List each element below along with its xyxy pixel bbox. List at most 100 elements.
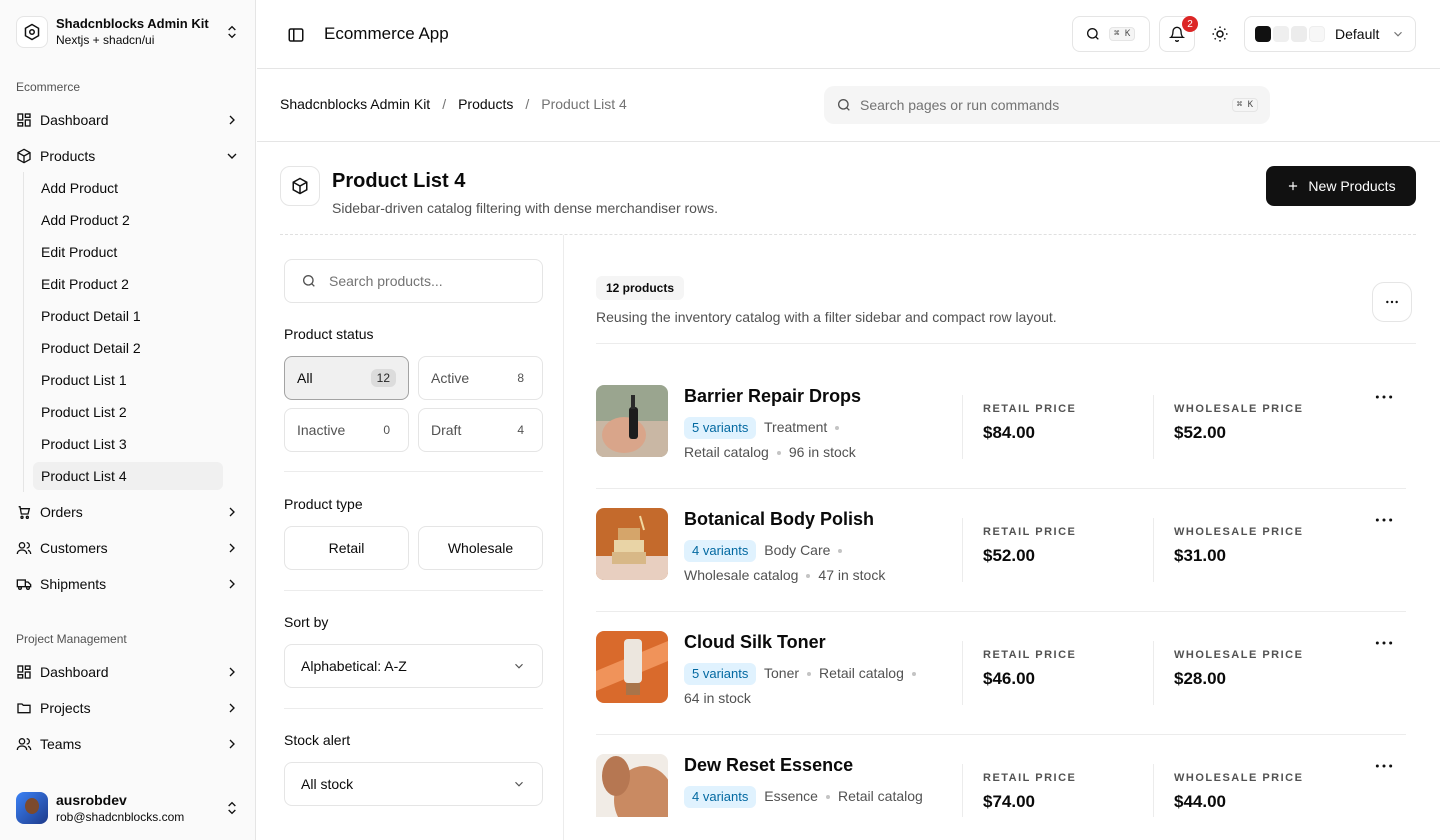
product-row[interactable]: Dew Reset Essence 4 variants Essence Reta… xyxy=(596,735,1406,817)
more-horizontal-icon[interactable] xyxy=(1374,515,1394,525)
sidebar-subitem-add-product[interactable]: Add Product xyxy=(33,174,223,202)
theme-select[interactable]: Default xyxy=(1244,16,1416,52)
type-button-wholesale[interactable]: Wholesale xyxy=(418,526,543,570)
retail-price: $52.00 xyxy=(983,546,1035,565)
sidebar-item-shipments[interactable]: Shipments xyxy=(8,568,248,600)
swatch-light-3 xyxy=(1309,26,1325,42)
column-divider xyxy=(962,641,963,705)
sidebar-subitem-product-list-2[interactable]: Product List 2 xyxy=(33,398,223,426)
sidebar-item-orders[interactable]: Orders xyxy=(8,496,248,528)
breadcrumb-separator: / xyxy=(525,96,530,112)
more-horizontal-icon[interactable] xyxy=(1374,638,1394,648)
sidebar-subitem-edit-product-2[interactable]: Edit Product 2 xyxy=(33,270,223,298)
status-chip-label: Draft xyxy=(431,422,462,438)
notifications-button[interactable]: 2 xyxy=(1159,16,1198,52)
product-row[interactable]: Cloud Silk Toner 5 variants Toner Retail … xyxy=(596,612,1406,735)
wholesale-price-label: WHOLESALE PRICE xyxy=(1174,772,1304,784)
product-name[interactable]: Dew Reset Essence xyxy=(684,754,853,776)
search-button[interactable]: ⌘ K xyxy=(1072,16,1150,52)
sidebar-subitem-product-list-4[interactable]: Product List 4 xyxy=(33,462,223,490)
product-row[interactable]: Barrier Repair Drops 5 variants Treatmen… xyxy=(596,366,1406,489)
sun-icon[interactable] xyxy=(1211,25,1229,43)
user-menu[interactable]: ausrobdev rob@shadcnblocks.com xyxy=(8,784,248,832)
product-row[interactable]: Botanical Body Polish 4 variants Body Ca… xyxy=(596,489,1406,612)
product-name[interactable]: Botanical Body Polish xyxy=(684,508,874,530)
command-search-input[interactable]: Search pages or run commands ⌘ K xyxy=(824,86,1270,124)
sidebar-item-projects[interactable]: Projects xyxy=(8,692,248,724)
variant-badge: 5 variants xyxy=(684,417,757,439)
list-divider xyxy=(596,343,1416,344)
sidebar-item-label: Products xyxy=(40,148,96,164)
breadcrumb-root[interactable]: Shadcnblocks Admin Kit xyxy=(280,96,430,112)
retail-price-label: RETAIL PRICE xyxy=(983,772,1077,784)
sidebar-subitem-product-list-3[interactable]: Product List 3 xyxy=(33,430,223,458)
new-products-label: New Products xyxy=(1308,178,1396,194)
variant-badge: 4 variants xyxy=(684,540,757,562)
column-divider xyxy=(962,518,963,582)
search-icon xyxy=(1087,28,1099,40)
sidebar-item-teams[interactable]: Teams xyxy=(8,728,248,760)
sidebar-item-dashboard[interactable]: Dashboard xyxy=(8,104,248,136)
type-filter-label: Product type xyxy=(284,496,363,512)
sidebar-subitem-product-detail-1[interactable]: Product Detail 1 xyxy=(33,302,223,330)
product-search-input[interactable]: Search products... xyxy=(284,259,543,303)
submenu-line xyxy=(23,172,24,492)
workspace-switcher[interactable]: Shadcnblocks Admin Kit Nextjs + shadcn/u… xyxy=(8,8,248,56)
status-chip-label: Active xyxy=(431,370,470,386)
sidebar-item-products[interactable]: Products xyxy=(8,140,248,172)
sidebar-item-label: Teams xyxy=(40,736,82,752)
stock-alert-select[interactable]: All stock xyxy=(284,762,543,806)
dashboard-icon xyxy=(17,665,31,679)
column-divider xyxy=(962,395,963,459)
product-name[interactable]: Barrier Repair Drops xyxy=(684,385,861,407)
package-icon xyxy=(280,166,320,206)
sidebar-toggle-icon[interactable] xyxy=(287,26,305,44)
filter-sidebar: Search products... Product status All 12… xyxy=(280,235,564,840)
retail-price: $84.00 xyxy=(983,423,1035,442)
product-name[interactable]: Cloud Silk Toner xyxy=(684,631,826,653)
sidebar-subitem-edit-product[interactable]: Edit Product xyxy=(33,238,223,266)
more-horizontal-icon[interactable] xyxy=(1374,392,1394,402)
column-divider xyxy=(1153,641,1154,705)
status-chip-draft[interactable]: Draft 4 xyxy=(418,408,543,452)
page-subtitle: Sidebar-driven catalog filtering with de… xyxy=(332,200,718,216)
sidebar-item-pm-dashboard[interactable]: Dashboard xyxy=(8,656,248,688)
status-chip-all[interactable]: All 12 xyxy=(284,356,409,400)
product-catalog: Retail catalog xyxy=(684,444,769,460)
product-thumbnail xyxy=(596,385,668,457)
breadcrumb-section[interactable]: Products xyxy=(458,96,513,112)
product-meta: 4 variants Essence Retail catalog xyxy=(684,784,946,809)
column-divider xyxy=(1153,518,1154,582)
dashboard-icon xyxy=(17,113,31,127)
status-chip-inactive[interactable]: Inactive 0 xyxy=(284,408,409,452)
status-chip-count: 12 xyxy=(370,369,396,387)
more-horizontal-icon xyxy=(1386,300,1398,304)
status-chip-count: 4 xyxy=(517,423,524,437)
notification-badge: 2 xyxy=(1182,16,1198,32)
meta-separator xyxy=(807,672,812,677)
sidebar-subitem-product-list-1[interactable]: Product List 1 xyxy=(33,366,223,394)
group-label-project-management: Project Management xyxy=(16,632,127,646)
status-chip-count: 8 xyxy=(517,371,524,385)
plus-icon xyxy=(1289,181,1298,191)
stock-alert-label: Stock alert xyxy=(284,732,351,748)
chevron-right-icon xyxy=(229,115,235,125)
new-products-button[interactable]: New Products xyxy=(1266,166,1416,206)
sidebar-item-customers[interactable]: Customers xyxy=(8,532,248,564)
status-chip-active[interactable]: Active 8 xyxy=(418,356,543,400)
sidebar-subitem-product-detail-2[interactable]: Product Detail 2 xyxy=(33,334,223,362)
sort-select[interactable]: Alphabetical: A-Z xyxy=(284,644,543,688)
list-options-button[interactable] xyxy=(1372,282,1412,322)
command-placeholder: Search pages or run commands xyxy=(860,97,1060,113)
type-button-retail[interactable]: Retail xyxy=(284,526,409,570)
group-label-ecommerce: Ecommerce xyxy=(16,80,81,94)
chevron-down-icon xyxy=(515,663,523,669)
more-horizontal-icon[interactable] xyxy=(1374,761,1394,771)
status-chip-label: All xyxy=(297,370,313,386)
sidebar-item-label: Shipments xyxy=(40,576,107,592)
status-chip-count: 0 xyxy=(383,423,390,437)
chevron-right-icon xyxy=(229,543,235,553)
sidebar-subitem-add-product-2[interactable]: Add Product 2 xyxy=(33,206,223,234)
brand-subtitle: Nextjs + shadcn/ui xyxy=(56,33,155,47)
product-meta: 4 variants Body Care Wholesale catalog 47… xyxy=(684,538,946,588)
